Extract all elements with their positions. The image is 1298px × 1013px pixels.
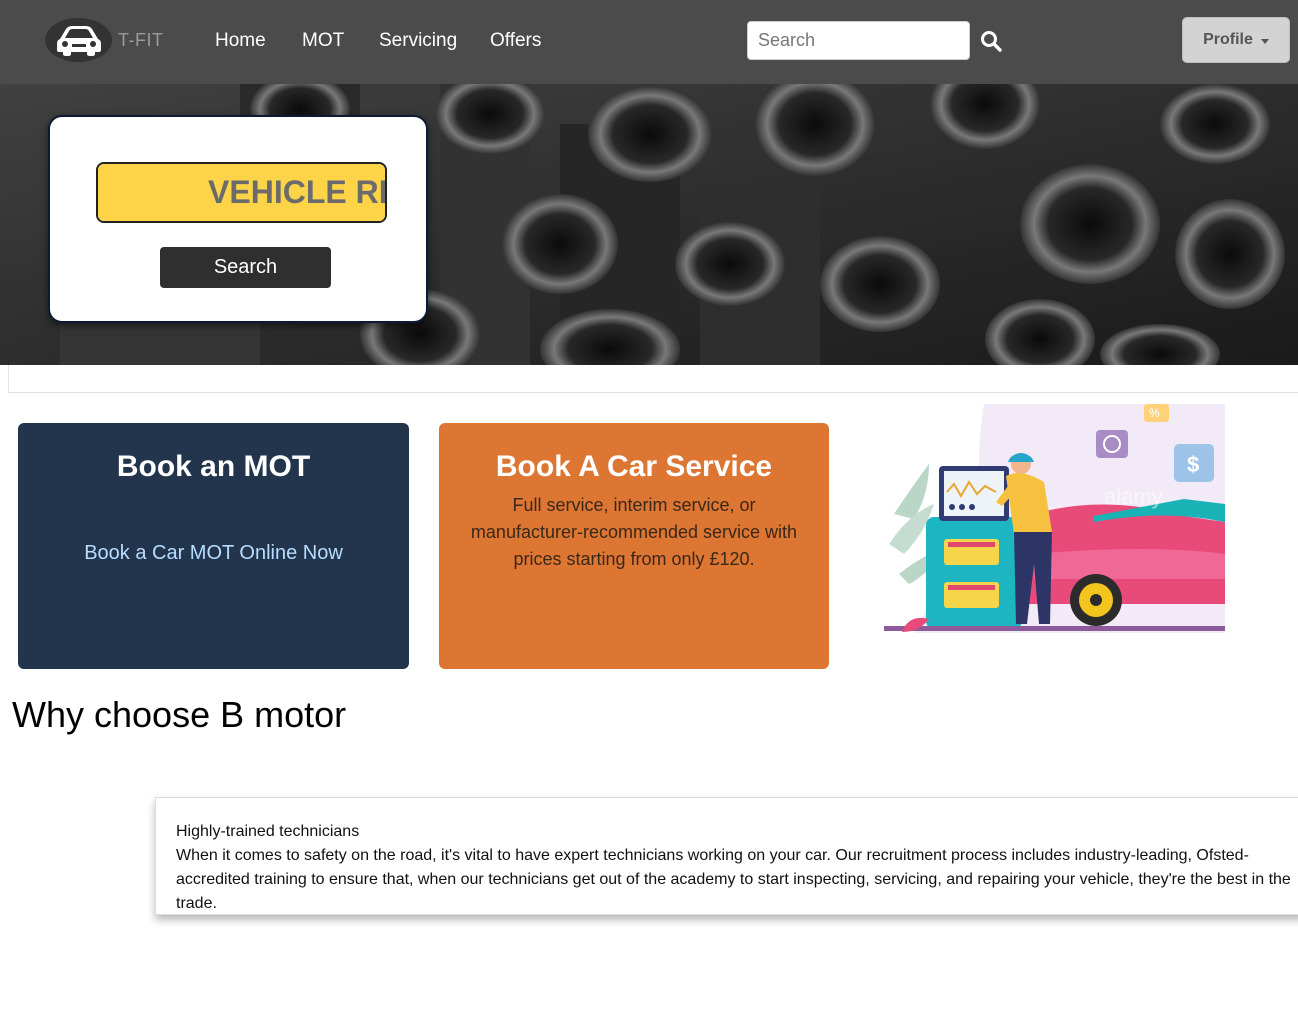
top-navbar: T-FIT Home MOT Servicing Offers Profile — [0, 0, 1298, 84]
caret-down-icon — [1260, 38, 1269, 44]
svg-text:%: % — [1149, 406, 1160, 420]
book-mot-title: Book an MOT — [116, 450, 311, 483]
book-service-card[interactable]: Book A Car Service Full service, interim… — [439, 423, 829, 669]
nav-link-offers[interactable]: Offers — [490, 30, 541, 52]
vehicle-reg-card: Search — [48, 115, 428, 323]
nav-link-mot[interactable]: MOT — [302, 30, 344, 52]
profile-dropdown-button[interactable]: Profile — [1182, 17, 1290, 63]
mechanic-illustration: % $ alamy — [884, 404, 1225, 633]
reg-search-button[interactable]: Search — [160, 247, 331, 288]
book-service-description: Full service, interim service, or manufa… — [470, 495, 798, 569]
svg-text:$: $ — [1187, 452, 1199, 477]
nav-link-home[interactable]: Home — [215, 30, 266, 52]
feature-card: Highly-trained technicians When it comes… — [155, 797, 1298, 915]
book-mot-card[interactable]: Book an MOT Book a Car MOT Online Now — [18, 423, 409, 669]
brand-name[interactable]: T-FIT — [118, 30, 164, 51]
profile-label: Profile — [1203, 31, 1253, 48]
book-mot-link[interactable]: Book a Car MOT Online Now — [84, 542, 343, 565]
nav-link-servicing[interactable]: Servicing — [379, 30, 457, 52]
why-choose-heading: Why choose B motor — [12, 694, 347, 735]
search-button[interactable] — [978, 27, 1004, 55]
book-service-title: Book A Car Service — [495, 450, 773, 483]
brand-logo[interactable] — [45, 18, 112, 62]
feature-title: Highly-trained technicians — [176, 823, 360, 840]
search-icon — [981, 31, 1002, 52]
search-input[interactable] — [747, 21, 970, 60]
illustration-watermark: alamy — [1104, 484, 1163, 509]
vehicle-reg-input[interactable] — [98, 164, 385, 221]
feature-text: When it comes to safety on the road, it'… — [176, 847, 1291, 912]
section-divider — [8, 365, 1298, 393]
vehicle-reg-plate[interactable] — [96, 162, 387, 223]
car-logo-icon — [56, 26, 101, 56]
